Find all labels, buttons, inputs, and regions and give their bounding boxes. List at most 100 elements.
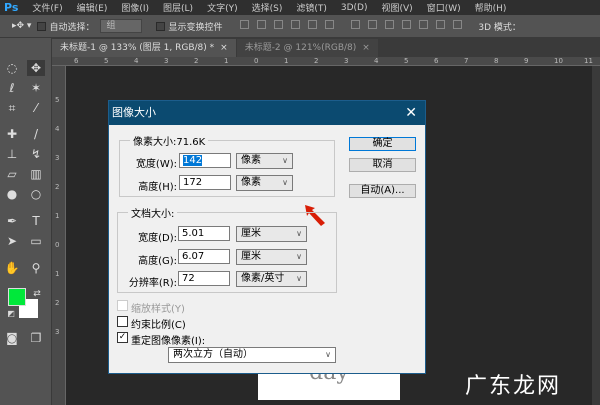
align-right-icon[interactable] <box>325 20 335 29</box>
photoshop-logo: Ps <box>4 1 19 14</box>
ruler-tick-label: 7 <box>464 57 469 65</box>
move-tool-icon[interactable]: ✥ <box>27 60 45 76</box>
resample-method-select[interactable]: 两次立方（自动） ∨ <box>168 347 336 363</box>
resolution-unit-select[interactable]: 像素/英寸 ∨ <box>236 271 307 287</box>
resample-checkbox[interactable]: ✓ <box>117 332 128 343</box>
distribute-left-icon[interactable] <box>402 20 412 29</box>
menu-item[interactable]: 图层(L) <box>163 1 193 14</box>
menu-item[interactable]: 编辑(E) <box>77 1 108 14</box>
eyedropper-icon[interactable]: ⁄ <box>27 100 45 116</box>
dialog-title: 图像大小 <box>112 106 156 119</box>
doc-height-input[interactable]: 6.07 <box>178 249 230 264</box>
show-transform-checkbox[interactable] <box>156 21 166 31</box>
menu-item[interactable]: 窗口(W) <box>427 1 461 14</box>
ruler-tick-label: 5 <box>55 96 60 104</box>
menu-item[interactable]: 选择(S) <box>252 1 283 14</box>
menu-item[interactable]: 滤镜(T) <box>296 1 327 14</box>
ruler-tick-label: 2 <box>55 299 60 307</box>
history-brush-icon[interactable]: ↯ <box>27 146 45 162</box>
auto-button[interactable]: 自动(A)... <box>349 184 416 198</box>
move-tool-icon[interactable]: ▸✥ ▾ <box>12 21 31 31</box>
pixel-height-label: 高度(H): <box>138 182 177 193</box>
pixel-width-unit-select[interactable]: 像素 ∨ <box>236 153 293 169</box>
distribute-right-icon[interactable] <box>436 20 446 29</box>
watermark: 广东龙网 <box>465 374 562 399</box>
dodge-tool-icon[interactable]: ○ <box>27 186 45 202</box>
shape-tool-icon[interactable]: ▭ <box>27 233 45 249</box>
image-size-dialog: 图像大小 ✕ 像素大小:71.6K 宽度(W): 142 像素 ∨ 高度(H): 1… <box>108 100 426 374</box>
menu-item[interactable]: 文件(F) <box>32 1 62 14</box>
align-vcenter-icon[interactable] <box>257 20 267 29</box>
align-left-icon[interactable] <box>291 20 301 29</box>
tab-untitled-1[interactable]: 未标题-1 @ 133% (图层 1, RGB/8) * × <box>52 39 236 57</box>
tab-label: 未标题-1 @ 133% (图层 1, RGB/8) * <box>60 43 215 53</box>
quick-mask-icon[interactable]: ◙ <box>3 330 21 346</box>
chevron-down-icon: ∨ <box>296 252 302 261</box>
pixel-height-value: 172 <box>183 177 203 188</box>
healing-brush-icon[interactable]: ✚ <box>3 126 21 142</box>
align-top-icon[interactable] <box>240 20 250 29</box>
scale-styles-checkbox[interactable] <box>117 300 128 311</box>
path-select-icon[interactable]: ➤ <box>3 233 21 249</box>
pixel-height-input[interactable]: 172 <box>179 175 231 190</box>
eraser-icon[interactable]: ▱ <box>3 166 21 182</box>
close-icon[interactable]: × <box>362 43 370 53</box>
ruler-tick-label: 8 <box>494 57 499 65</box>
document-tabs: 未标题-1 @ 133% (图层 1, RGB/8) * × 未标题-2 @ 12… <box>52 38 600 57</box>
ruler-tick-label: 1 <box>55 270 60 278</box>
lasso-tool-icon[interactable]: ℓ <box>3 80 21 96</box>
doc-width-value: 5.01 <box>182 228 205 239</box>
swap-colors-icon[interactable]: ⇄ <box>28 286 46 302</box>
align-hcenter-icon[interactable] <box>308 20 318 29</box>
cancel-button[interactable]: 取消 <box>349 158 416 172</box>
menu-item[interactable]: 图像(I) <box>121 1 149 14</box>
menu-item[interactable]: 视图(V) <box>382 1 413 14</box>
screen-mode-icon[interactable]: ❐ <box>27 330 45 346</box>
gradient-icon[interactable]: ▥ <box>27 166 45 182</box>
vertical-scrollbar[interactable] <box>592 66 600 405</box>
horizontal-ruler: 6 5 4 3 2 1 0 1 2 3 4 5 6 7 8 9 10 11 <box>52 57 600 66</box>
blur-tool-icon[interactable]: ● <box>3 186 21 202</box>
distribute-vcenter-icon[interactable] <box>368 20 378 29</box>
pen-tool-icon[interactable]: ✒ <box>3 213 21 229</box>
distribute-bottom-icon[interactable] <box>385 20 395 29</box>
pixel-dimensions-legend: 像素大小:71.6K <box>133 137 206 148</box>
ruler-tick-label: 3 <box>55 328 60 336</box>
menu-item[interactable]: 文字(Y) <box>207 1 238 14</box>
doc-width-input[interactable]: 5.01 <box>178 226 230 241</box>
menu-item[interactable]: 帮助(H) <box>475 1 507 14</box>
align-bottom-icon[interactable] <box>274 20 284 29</box>
ruler-tick-label: 3 <box>344 57 349 65</box>
menu-item[interactable]: 3D(D) <box>341 3 368 13</box>
zoom-tool-icon[interactable]: ⚲ <box>27 260 45 276</box>
marquee-tool-icon[interactable]: ◌ <box>3 60 21 76</box>
doc-height-unit-select[interactable]: 厘米 ∨ <box>236 249 307 265</box>
crop-tool-icon[interactable]: ⌗ <box>3 100 21 116</box>
auto-select-dropdown[interactable]: 组 <box>100 19 143 33</box>
ok-button[interactable]: 确定 <box>349 137 416 151</box>
magic-wand-icon[interactable]: ✶ <box>27 80 45 96</box>
distribute-hcenter-icon[interactable] <box>419 20 429 29</box>
vertical-ruler: 5 4 3 2 1 0 1 2 3 <box>52 66 66 405</box>
brush-tool-icon[interactable]: / <box>27 126 45 142</box>
auto-align-icon[interactable] <box>453 20 463 29</box>
foreground-color-swatch[interactable] <box>8 288 26 306</box>
checkmark-icon: ✓ <box>118 332 127 342</box>
constrain-proportions-checkbox[interactable] <box>117 316 128 327</box>
distribute-top-icon[interactable] <box>351 20 361 29</box>
close-icon[interactable]: × <box>220 43 228 53</box>
resolution-input[interactable]: 72 <box>178 271 230 286</box>
close-icon[interactable]: ✕ <box>405 101 417 125</box>
pixel-width-input[interactable]: 142 <box>179 153 231 168</box>
constrain-proportions-label: 约束比例(C) <box>131 320 186 331</box>
hand-tool-icon[interactable]: ✋ <box>3 260 21 276</box>
unit-label: 厘米 <box>241 228 261 239</box>
default-colors-icon[interactable]: ◩ <box>2 306 20 322</box>
tab-untitled-2[interactable]: 未标题-2 @ 121%(RGB/8) × <box>236 39 378 57</box>
auto-select-checkbox[interactable] <box>37 21 47 31</box>
pixel-height-unit-select[interactable]: 像素 ∨ <box>236 175 293 191</box>
stamp-tool-icon[interactable]: ⊥ <box>3 146 21 162</box>
doc-width-unit-select[interactable]: 厘米 ∨ <box>236 226 307 242</box>
unit-label: 像素/英寸 <box>241 273 285 284</box>
type-tool-icon[interactable]: T <box>27 213 45 229</box>
